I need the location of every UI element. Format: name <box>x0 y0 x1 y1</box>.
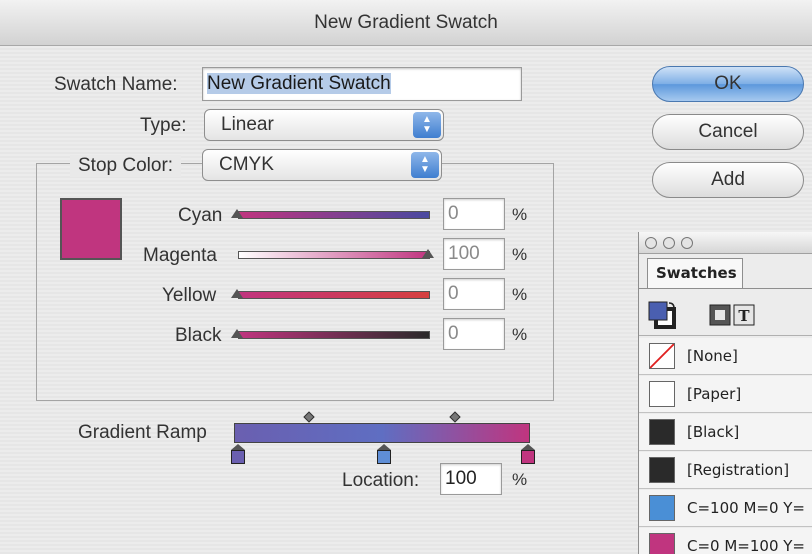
type-select-value: Linear <box>221 114 274 135</box>
gradient-ramp-label: Gradient Ramp <box>78 422 207 443</box>
swatch-name: [None] <box>687 347 738 365</box>
color-chip <box>649 457 675 483</box>
magenta-input[interactable]: 100 <box>443 238 505 270</box>
swatches-panel: Swatches T [None] [Paper] [Black] [Regis… <box>638 232 812 554</box>
close-circle-icon[interactable] <box>645 237 657 249</box>
location-label: Location: <box>342 470 420 491</box>
cyan-unit: % <box>512 205 528 224</box>
swatch-name-label: Swatch Name: <box>54 74 178 95</box>
cyan-label: Cyan <box>178 205 223 226</box>
swatch-name: [Registration] <box>687 461 790 479</box>
magenta-label: Magenta <box>143 245 217 266</box>
tab-divider <box>639 288 812 289</box>
magenta-slider-track[interactable] <box>238 251 430 259</box>
container-format-icon[interactable] <box>709 304 731 326</box>
black-unit: % <box>512 325 528 344</box>
select-arrows-icon: ▲ ▼ <box>413 112 441 138</box>
tab-swatches[interactable]: Swatches <box>647 258 743 288</box>
ok-button[interactable]: OK <box>652 66 804 102</box>
swatch-name: C=100 M=0 Y= <box>687 499 805 517</box>
none-swatch-icon <box>649 343 675 369</box>
yellow-unit: % <box>512 285 528 304</box>
location-unit: % <box>512 470 528 489</box>
magenta-unit: % <box>512 245 528 264</box>
list-item[interactable]: [Black] <box>639 414 812 451</box>
yellow-input[interactable]: 0 <box>443 278 505 310</box>
fill-stroke-icon[interactable] <box>647 300 677 330</box>
swatch-name: [Black] <box>687 423 740 441</box>
gradient-ramp-bar[interactable] <box>234 423 530 443</box>
dialog-title: New Gradient Swatch <box>314 12 498 33</box>
color-chip <box>649 533 675 554</box>
svg-text:T: T <box>738 307 750 325</box>
minimize-circle-icon[interactable] <box>663 237 675 249</box>
stop-color-preview-swatch <box>60 198 122 260</box>
black-slider-thumb[interactable] <box>231 329 243 338</box>
swatch-name-input[interactable]: New Gradient Swatch <box>202 67 522 101</box>
zoom-circle-icon[interactable] <box>681 237 693 249</box>
black-slider-track[interactable] <box>238 331 430 339</box>
swatches-toolbar: T <box>639 292 812 336</box>
text-format-icon[interactable]: T <box>733 304 755 326</box>
list-item[interactable]: [Paper] <box>639 376 812 413</box>
black-label: Black <box>175 325 222 346</box>
list-item[interactable]: [Registration] <box>639 452 812 489</box>
black-input[interactable]: 0 <box>443 318 505 350</box>
list-item[interactable]: [None] <box>639 338 812 375</box>
color-chip <box>649 495 675 521</box>
swatch-name: C=0 M=100 Y= <box>687 537 805 554</box>
location-input[interactable]: 100 <box>440 463 502 495</box>
midpoint-diamond-icon[interactable] <box>303 411 315 423</box>
gradient-stop-start[interactable] <box>231 450 245 464</box>
stop-color-select-value: CMYK <box>219 154 274 175</box>
add-button[interactable]: Add <box>652 162 804 198</box>
list-item[interactable]: C=100 M=0 Y= <box>639 490 812 527</box>
stop-color-label: Stop Color: <box>70 155 182 177</box>
type-label: Type: <box>140 115 187 136</box>
cyan-input[interactable]: 0 <box>443 198 505 230</box>
midpoint-diamond-icon[interactable] <box>449 411 461 423</box>
yellow-slider-thumb[interactable] <box>231 289 243 298</box>
stop-color-select[interactable]: CMYK ▲ ▼ <box>202 149 442 181</box>
color-chip <box>649 381 675 407</box>
type-select[interactable]: Linear ▲ ▼ <box>204 109 444 141</box>
gradient-stop-middle[interactable] <box>377 450 391 464</box>
swatch-name-value: New Gradient Swatch <box>207 73 391 94</box>
swatch-name: [Paper] <box>687 385 742 403</box>
select-arrows-icon: ▲ ▼ <box>411 152 439 178</box>
magenta-slider-thumb[interactable] <box>422 249 434 258</box>
gradient-stop-end[interactable] <box>521 450 535 464</box>
cyan-slider-track[interactable] <box>238 211 430 219</box>
cyan-slider-thumb[interactable] <box>231 209 243 218</box>
cancel-button[interactable]: Cancel <box>652 114 804 150</box>
list-item[interactable]: C=0 M=100 Y= <box>639 528 812 554</box>
yellow-slider-track[interactable] <box>238 291 430 299</box>
dialog-title-bar: New Gradient Swatch <box>0 0 812 46</box>
panel-title-bar[interactable] <box>639 232 812 254</box>
color-chip <box>649 419 675 445</box>
yellow-label: Yellow <box>162 285 217 306</box>
